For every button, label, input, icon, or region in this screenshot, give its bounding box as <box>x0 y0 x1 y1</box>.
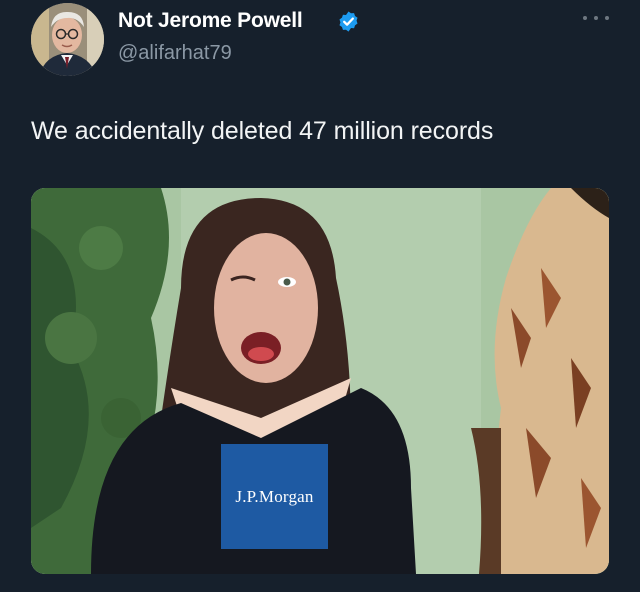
jpmorgan-logo: J.P.Morgan <box>221 444 328 549</box>
tweet-image[interactable]: J.P.Morgan <box>31 188 609 574</box>
tweet-text: We accidentally deleted 47 million recor… <box>31 117 494 145</box>
more-options-icon[interactable] <box>583 8 609 28</box>
verified-badge-icon <box>337 10 360 33</box>
display-name[interactable]: Not Jerome Powell <box>118 9 303 33</box>
logo-text: J.P.Morgan <box>235 486 314 506</box>
user-handle[interactable]: @alifarhat79 <box>118 42 232 65</box>
avatar[interactable] <box>31 3 104 76</box>
